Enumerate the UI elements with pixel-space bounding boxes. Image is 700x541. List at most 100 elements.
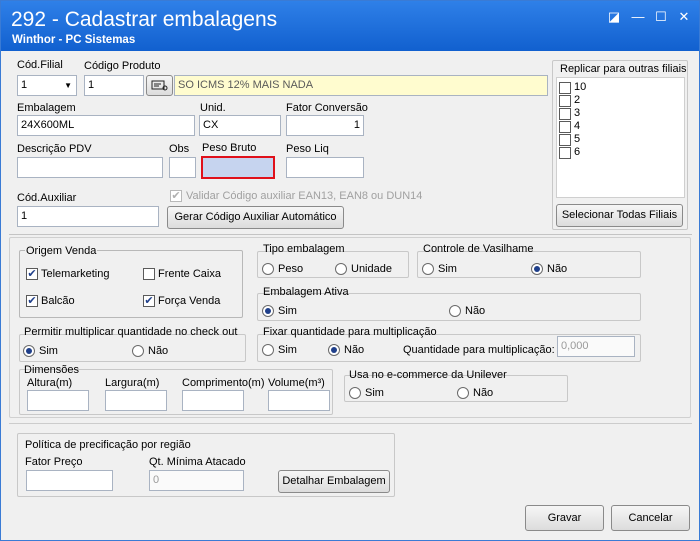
peso-liq-input[interactable]: [286, 157, 364, 178]
tipo-peso-radio[interactable]: [262, 263, 274, 275]
filial-label: 6: [574, 146, 581, 158]
detalhar-embalagem-button[interactable]: Detalhar Embalagem: [278, 470, 390, 493]
cod-filial-select[interactable]: 1 ▼: [17, 75, 77, 96]
descricao-pdv-input[interactable]: [17, 157, 163, 178]
filial-checkbox[interactable]: [559, 108, 571, 120]
fator-preco-label: Fator Preço: [25, 456, 83, 468]
obs-input[interactable]: [169, 157, 196, 178]
frente-caixa-label: Frente Caixa: [158, 268, 221, 280]
filiais-list: 10 2 3 4 5 6: [556, 77, 685, 198]
tipo-unidade-label: Unidade: [351, 263, 392, 275]
fixar-nao-radio[interactable]: [328, 344, 340, 356]
fixar-quantidade-title: Fixar quantidade para multiplicação: [263, 326, 437, 338]
search-button[interactable]: [146, 75, 173, 96]
fator-preco-input[interactable]: [26, 470, 113, 491]
fator-conversao-label: Fator Conversão: [286, 102, 368, 114]
telemarketing-label: Telemarketing: [41, 268, 110, 280]
volume-input[interactable]: [268, 390, 330, 411]
quantidade-multiplicacao-input[interactable]: 0,000: [557, 336, 635, 357]
close-icon[interactable]: ✕: [677, 10, 691, 24]
ecommerce-nao-radio[interactable]: [457, 387, 469, 399]
filial-checkbox[interactable]: [559, 82, 571, 94]
cod-auxiliar-input[interactable]: 1: [17, 206, 159, 227]
tipo-unidade-radio[interactable]: [335, 263, 347, 275]
cod-produto-label: Código Produto: [84, 60, 161, 72]
select-all-filiais-button[interactable]: Selecionar Todas Filiais: [556, 204, 683, 227]
comprimento-label: Comprimento(m): [182, 377, 265, 389]
filial-label: 2: [574, 94, 581, 106]
origem-venda-title: Origem Venda: [25, 245, 98, 257]
filial-checkbox[interactable]: [559, 95, 571, 107]
unid-input[interactable]: CX: [199, 115, 281, 136]
window-title: 292 - Cadastrar embalagens: [11, 8, 278, 31]
ecommerce-nao-label: Não: [473, 387, 494, 399]
title-bar: 292 - Cadastrar embalagens Winthor - PC …: [1, 1, 699, 51]
largura-input[interactable]: [105, 390, 167, 411]
fixar-sim-radio[interactable]: [262, 344, 274, 356]
minimize-icon[interactable]: —: [631, 10, 645, 24]
produto-descricao: SO ICMS 12% MAIS NADA: [174, 75, 548, 96]
dimensoes-title: Dimensões: [24, 364, 80, 376]
qt-minima-input[interactable]: 0: [149, 470, 244, 491]
gravar-button[interactable]: Gravar: [525, 505, 604, 531]
qt-minima-label: Qt. Mínima Atacado: [149, 456, 246, 468]
telemarketing-checkbox[interactable]: ✔: [26, 268, 38, 280]
controle-vasilhame-title: Controle de Vasilhame: [423, 243, 534, 255]
unid-label: Unid.: [200, 102, 226, 114]
embalagem-input[interactable]: 24X600ML: [17, 115, 195, 136]
frente-caixa-checkbox[interactable]: [143, 268, 155, 280]
descricao-pdv-label: Descrição PDV: [17, 143, 92, 155]
altura-input[interactable]: [27, 390, 89, 411]
volume-label: Volume(m³): [268, 377, 325, 389]
tipo-embalagem-title: Tipo embalagem: [263, 243, 345, 255]
maximize-icon[interactable]: ☐: [654, 10, 668, 24]
permitir-nao-label: Não: [148, 345, 169, 357]
comprimento-input[interactable]: [182, 390, 244, 411]
cod-auxiliar-label: Cód.Auxiliar: [17, 192, 77, 204]
cancelar-button[interactable]: Cancelar: [611, 505, 690, 531]
filial-label: 4: [574, 120, 581, 132]
tipo-peso-label: Peso: [278, 263, 304, 275]
ecommerce-sim-label: Sim: [365, 387, 384, 399]
ativa-nao-label: Não: [465, 305, 486, 317]
vasilhame-sim-radio[interactable]: [422, 263, 434, 275]
filial-checkbox[interactable]: [559, 121, 571, 133]
permitir-sim-radio[interactable]: [23, 345, 35, 357]
origem-venda-group: [19, 250, 243, 318]
embalagem-label: Embalagem: [17, 102, 76, 114]
obs-label: Obs: [169, 143, 190, 155]
search-icon: [151, 80, 167, 91]
ativa-nao-radio[interactable]: [449, 305, 461, 317]
peso-liq-label: Peso Liq: [286, 143, 329, 155]
restore-icon[interactable]: ◪: [607, 10, 621, 24]
chevron-down-icon: ▼: [64, 81, 72, 90]
vasilhame-nao-radio[interactable]: [531, 263, 543, 275]
filial-checkbox[interactable]: [559, 147, 571, 159]
permitir-multiplicar-title: Permitir multiplicar quantidade no check…: [24, 326, 238, 338]
validar-checkbox[interactable]: ✔: [170, 190, 182, 202]
fixar-nao-label: Não: [344, 344, 365, 356]
peso-bruto-input[interactable]: [201, 156, 275, 179]
gerar-codigo-button[interactable]: Gerar Código Auxiliar Automático: [167, 206, 344, 229]
ativa-sim-radio[interactable]: [262, 305, 274, 317]
balcao-checkbox[interactable]: ✔: [26, 295, 38, 307]
replicar-title: Replicar para outras filiais: [560, 63, 687, 75]
window: 292 - Cadastrar embalagens Winthor - PC …: [0, 0, 700, 541]
ecommerce-sim-radio[interactable]: [349, 387, 361, 399]
ativa-sim-label: Sim: [278, 305, 297, 317]
quantidade-multiplicacao-label: Quantidade para multiplicação:: [403, 344, 555, 356]
validar-label: Validar Código auxiliar EAN13, EAN8 ou D…: [186, 190, 423, 202]
window-subtitle: Winthor - PC Sistemas: [12, 34, 136, 46]
cod-filial-value: 1: [21, 79, 28, 91]
cod-produto-input[interactable]: 1: [84, 75, 144, 96]
altura-label: Altura(m): [27, 377, 73, 389]
fator-conversao-input[interactable]: 1: [286, 115, 364, 136]
balcao-label: Balcão: [41, 295, 75, 307]
cod-filial-label: Cód.Filial: [17, 59, 63, 71]
footer-divider: [9, 423, 692, 424]
ecommerce-title: Usa no e-commerce da Unilever: [349, 369, 507, 381]
forca-venda-checkbox[interactable]: ✔: [143, 295, 155, 307]
filial-checkbox[interactable]: [559, 134, 571, 146]
permitir-nao-radio[interactable]: [132, 345, 144, 357]
forca-venda-label: Força Venda: [158, 295, 221, 307]
